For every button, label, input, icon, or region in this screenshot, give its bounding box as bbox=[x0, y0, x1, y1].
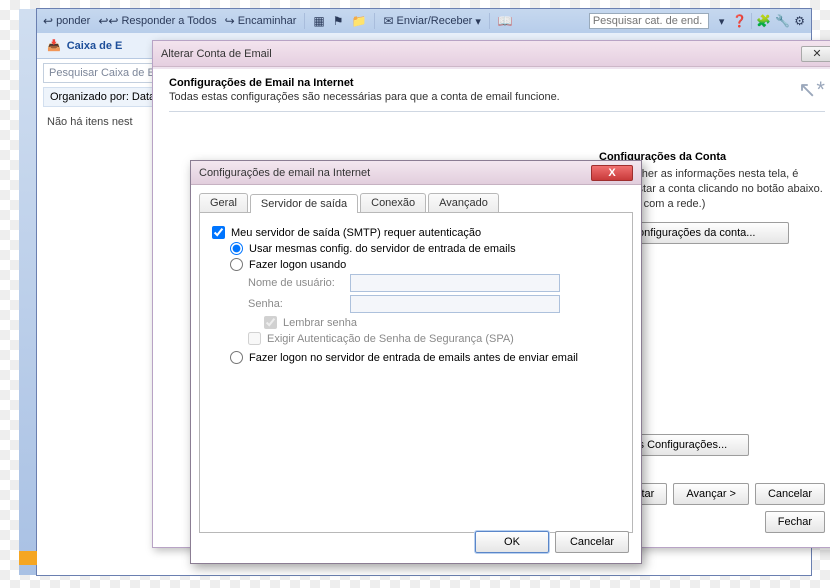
separator bbox=[374, 13, 375, 29]
reply-all-icon: ↩↩ bbox=[98, 14, 118, 28]
remember-password-checkbox[interactable] bbox=[264, 316, 277, 329]
cancel-button[interactable]: Cancelar bbox=[555, 531, 629, 553]
dialog2-title: Configurações de email na Internet bbox=[199, 167, 370, 179]
dialog2-titlebar[interactable]: Configurações de email na Internet X bbox=[191, 161, 641, 185]
close-icon: ✕ bbox=[812, 47, 821, 60]
tool-icon-3[interactable]: ⚙ bbox=[794, 14, 805, 28]
search-address-input[interactable] bbox=[589, 13, 709, 29]
close-icon: X bbox=[608, 167, 615, 179]
dialog2-footer: OK Cancelar bbox=[475, 531, 629, 553]
same-settings-radio[interactable] bbox=[230, 242, 243, 255]
cancel-button[interactable]: Cancelar bbox=[755, 483, 825, 505]
dialog-title: Alterar Conta de Email bbox=[161, 48, 272, 60]
cursor-icon: ↖* bbox=[798, 77, 825, 103]
smtp-auth-checkbox[interactable] bbox=[212, 226, 225, 239]
categories-icon[interactable]: ▦ bbox=[313, 14, 324, 28]
tool-icon-2[interactable]: 🔧 bbox=[775, 14, 790, 28]
folder-icon: 📥 bbox=[47, 39, 61, 52]
header-sub: Todas estas configurações são necessária… bbox=[169, 91, 560, 103]
logon-before-send-label: Fazer logon no servidor de entrada de em… bbox=[249, 352, 578, 364]
password-label: Senha: bbox=[248, 298, 344, 310]
send-receive-icon: ✉ bbox=[383, 14, 393, 28]
spa-checkbox[interactable] bbox=[248, 332, 261, 345]
username-label: Nome de usuário: bbox=[248, 277, 344, 289]
separator bbox=[304, 13, 305, 29]
help-area: ❓ 🧩 🔧 ⚙ bbox=[732, 13, 805, 29]
reply-all-label: Responder a Todos bbox=[121, 15, 216, 27]
close-button[interactable]: X bbox=[591, 165, 633, 181]
tab-body: Meu servidor de saída (SMTP) requer aute… bbox=[199, 213, 633, 533]
close-button[interactable]: ✕ bbox=[801, 46, 830, 62]
tab-connection[interactable]: Conexão bbox=[360, 193, 426, 212]
forward-button[interactable]: ↪Encaminhar bbox=[225, 14, 297, 28]
smtp-auth-label: Meu servidor de saída (SMTP) requer aute… bbox=[231, 227, 481, 239]
separator bbox=[751, 13, 752, 29]
reply-label: ponder bbox=[56, 15, 90, 27]
tabstrip: Geral Servidor de saída Conexão Avançado bbox=[199, 193, 633, 213]
tool-icon-1[interactable]: 🧩 bbox=[756, 14, 771, 28]
username-input[interactable] bbox=[350, 274, 560, 292]
search-address bbox=[589, 13, 709, 29]
header-bold: Configurações de Email na Internet bbox=[169, 77, 354, 89]
forward-icon: ↪ bbox=[225, 14, 235, 28]
divider bbox=[169, 111, 825, 112]
logon-using-radio[interactable] bbox=[230, 258, 243, 271]
internet-email-settings-dialog: Configurações de email na Internet X Ger… bbox=[190, 160, 642, 564]
app-toolbar: ↩ponder ↩↩Responder a Todos ↪Encaminhar … bbox=[37, 9, 811, 33]
tab-general[interactable]: Geral bbox=[199, 193, 248, 212]
next-button[interactable]: Avançar > bbox=[673, 483, 749, 505]
same-settings-label: Usar mesmas config. do servidor de entra… bbox=[249, 243, 516, 255]
spa-label: Exigir Autenticação de Senha de Seguranç… bbox=[267, 333, 514, 345]
chevron-down-icon[interactable]: ▾ bbox=[719, 15, 725, 28]
move-icon[interactable]: 📁 bbox=[352, 14, 367, 28]
logon-before-send-radio[interactable] bbox=[230, 351, 243, 364]
tab-outgoing[interactable]: Servidor de saída bbox=[250, 194, 358, 213]
tab-advanced[interactable]: Avançado bbox=[428, 193, 499, 212]
address-book-icon[interactable]: 📖 bbox=[498, 14, 513, 28]
separator bbox=[489, 13, 490, 29]
close-lower-button[interactable]: Fechar bbox=[765, 511, 825, 533]
help-icon[interactable]: ❓ bbox=[732, 14, 747, 28]
send-receive-label: Enviar/Receber bbox=[397, 15, 473, 27]
remember-password-label: Lembrar senha bbox=[283, 317, 357, 329]
left-rail bbox=[19, 9, 37, 575]
forward-label: Encaminhar bbox=[238, 15, 297, 27]
password-input[interactable] bbox=[350, 295, 560, 313]
flag-icon[interactable]: ⚑ bbox=[333, 14, 344, 28]
reply-all-button[interactable]: ↩↩Responder a Todos bbox=[98, 14, 216, 28]
chevron-down-icon: ▾ bbox=[475, 15, 481, 28]
reply-button[interactable]: ↩ponder bbox=[43, 14, 90, 28]
dialog-body: Configurações de Email na Internet Todas… bbox=[153, 67, 830, 132]
rail-marker bbox=[19, 551, 37, 565]
dialog-footer-2: Fechar bbox=[765, 511, 825, 533]
send-receive-button[interactable]: ✉ Enviar/Receber▾ bbox=[383, 14, 480, 28]
dialog-titlebar[interactable]: Alterar Conta de Email ✕ bbox=[153, 41, 830, 67]
inbox-title: Caixa de E bbox=[67, 40, 123, 52]
ok-button[interactable]: OK bbox=[475, 531, 549, 553]
logon-using-label: Fazer logon usando bbox=[249, 259, 346, 271]
reply-icon: ↩ bbox=[43, 14, 53, 28]
